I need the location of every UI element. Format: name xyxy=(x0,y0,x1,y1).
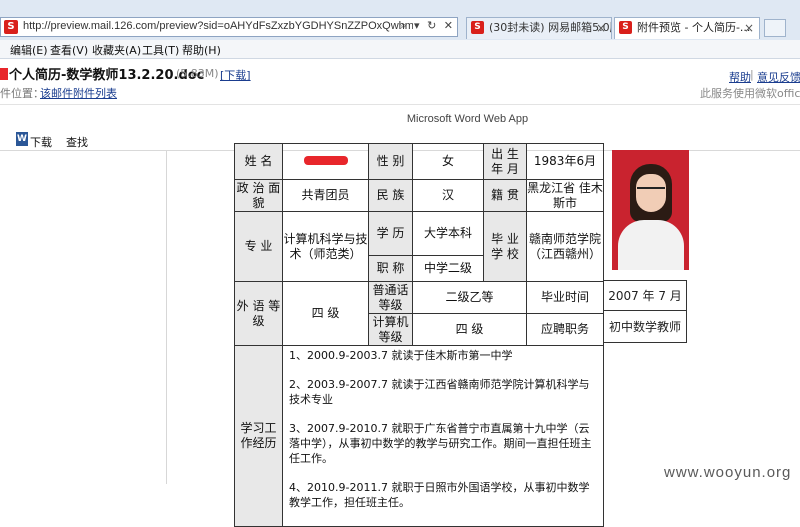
viewer-download-button[interactable]: 下载 xyxy=(30,134,52,150)
word-icon: W xyxy=(16,132,28,146)
watermark: www.wooyun.org xyxy=(664,464,792,481)
position-label: 应聘职务 xyxy=(526,313,604,346)
experience-item: 1、2000.9-2003.7 就读于佳木斯市第一中学 xyxy=(289,349,513,362)
name-value xyxy=(282,143,369,180)
address-bar[interactable]: S http://preview.mail.126.com/preview?si… xyxy=(0,17,458,37)
tab-preview-label: 附件预览 - 个人简历-... xyxy=(637,21,751,34)
title-value: 中学二级 xyxy=(412,255,484,282)
tab-attachment-preview[interactable]: S 附件预览 - 个人简历-... × xyxy=(614,17,760,39)
mandarin-value: 二级乙等 xyxy=(412,281,527,314)
origin-value: 黑龙江省 佳木斯市 xyxy=(526,179,604,212)
mandarin-label: 普通话 等级 xyxy=(368,281,413,314)
gender-value: 女 xyxy=(412,143,484,180)
address-url[interactable]: http://preview.mail.126.com/preview?sid=… xyxy=(23,20,413,32)
position-value: 初中数学教师 xyxy=(604,311,687,343)
menu-help[interactable]: 帮助(H) xyxy=(182,42,221,58)
experience-content: 1、2000.9-2003.7 就读于佳木斯市第一中学 2、2003.9-200… xyxy=(282,345,604,527)
site-logo-icon: S xyxy=(4,20,18,34)
political-value: 共青团员 xyxy=(282,179,369,212)
tab-mailbox-label: (30封未读) 网易邮箱5.0版 xyxy=(489,21,612,34)
link-separator: | xyxy=(750,68,754,81)
menu-view[interactable]: 查看(V) xyxy=(50,42,88,58)
school-label: 毕 业 学 校 xyxy=(483,211,527,282)
birth-value: 1983年6月 xyxy=(526,143,604,180)
resume-table: 姓 名 性 别 女 出 生 年 月 1983年6月 政 治 面 貌 共青团员 民… xyxy=(234,143,604,527)
mail-logo-icon: S xyxy=(619,21,632,34)
major-label: 专 业 xyxy=(234,211,283,282)
viewer-find-button[interactable]: 查找 xyxy=(66,134,88,150)
location-label: 件位置： xyxy=(0,87,44,100)
office-note: 此服务使用微软office服务 xyxy=(700,87,800,100)
education-value: 大学本科 xyxy=(412,211,484,256)
experience-label: 学习工 作经历 xyxy=(234,345,283,527)
grad-time-value: 2007 年 7 月 xyxy=(604,280,687,311)
title-label: 职 称 xyxy=(368,255,413,282)
computer-label: 计算机 等级 xyxy=(368,313,413,346)
mail-logo-icon: S xyxy=(471,21,484,34)
experience-item: 3、2007.9-2010.7 就职于广东省普宁市直属第十九中学（云落中学），从… xyxy=(289,422,592,465)
experience-item: 4、2010.9-2011.7 就职于日照市外国语学校，从事初中数学教学工作，担… xyxy=(289,481,590,509)
gender-label: 性 别 xyxy=(368,143,413,180)
origin-label: 籍 贯 xyxy=(483,179,527,212)
attachment-list-link[interactable]: 该邮件附件列表 xyxy=(40,85,117,101)
ethnicity-value: 汉 xyxy=(412,179,484,212)
language-label: 外 语 等 级 xyxy=(234,281,283,346)
menu-tools[interactable]: 工具(T) xyxy=(142,42,179,58)
name-label: 姓 名 xyxy=(234,143,283,180)
address-controls[interactable]: ⌕ ▾ ↻ ✕ xyxy=(400,19,455,33)
major-value: 计算机科学与技术（师范类） xyxy=(282,211,369,282)
profile-photo xyxy=(612,150,689,270)
political-label: 政 治 面 貌 xyxy=(234,179,283,212)
menu-edit[interactable]: 编辑(E) xyxy=(10,42,48,58)
close-icon[interactable]: × xyxy=(596,18,606,38)
experience-item: 2、2003.9-2007.7 就读于江西省赣南师范学院计算机科学与技术专业 xyxy=(289,378,590,406)
close-icon[interactable]: × xyxy=(744,18,754,38)
divider xyxy=(0,104,800,105)
feedback-link[interactable]: 意见反馈 xyxy=(757,69,800,85)
language-value: 四 级 xyxy=(282,281,369,346)
viewer-app-name: Microsoft Word Web App xyxy=(406,113,529,125)
download-link[interactable]: [下载] xyxy=(220,67,251,83)
grad-time-label: 毕业时间 xyxy=(526,281,604,314)
redaction-mark xyxy=(303,156,348,165)
menu-favorites[interactable]: 收藏夹(A) xyxy=(92,42,141,58)
school-value: 赣南师范学院（江西赣州） xyxy=(526,211,604,282)
birth-label: 出 生 年 月 xyxy=(483,143,527,180)
computer-value: 四 级 xyxy=(412,313,527,346)
browser-toolbar: S http://preview.mail.126.com/preview?si… xyxy=(0,0,800,41)
tab-mailbox[interactable]: S (30封未读) 网易邮箱5.0版 × xyxy=(466,17,612,39)
new-tab-button[interactable] xyxy=(764,19,786,37)
redaction-mark xyxy=(0,68,8,80)
ethnicity-label: 民 族 xyxy=(368,179,413,212)
attachment-title: 个人简历-数学教师13.2.20.doc xyxy=(0,64,204,83)
menu-bar: 编辑(E) 查看(V) 收藏夹(A) 工具(T) 帮助(H) xyxy=(0,40,800,59)
file-size: (5.83M) xyxy=(176,67,219,80)
help-link[interactable]: 帮助 xyxy=(729,69,751,85)
education-label: 学 历 xyxy=(368,211,413,256)
